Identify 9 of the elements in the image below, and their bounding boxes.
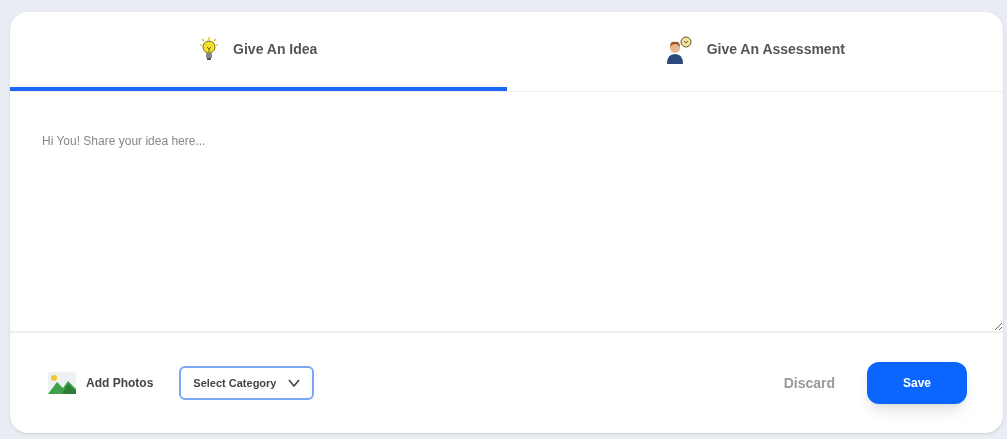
image-icon[interactable]	[48, 372, 76, 394]
save-button[interactable]: Save	[867, 362, 967, 404]
chevron-down-icon	[288, 379, 301, 387]
person-speech-icon	[664, 35, 693, 64]
idea-text-field[interactable]: Hi You! Share your idea here...	[10, 92, 1003, 333]
tab[interactable]: Give An Assessment	[506, 12, 1003, 91]
lightbulb-icon	[199, 36, 220, 63]
add-photos-label[interactable]: Add Photos	[86, 374, 154, 392]
category-dropdown[interactable]: Select Category	[179, 366, 315, 400]
